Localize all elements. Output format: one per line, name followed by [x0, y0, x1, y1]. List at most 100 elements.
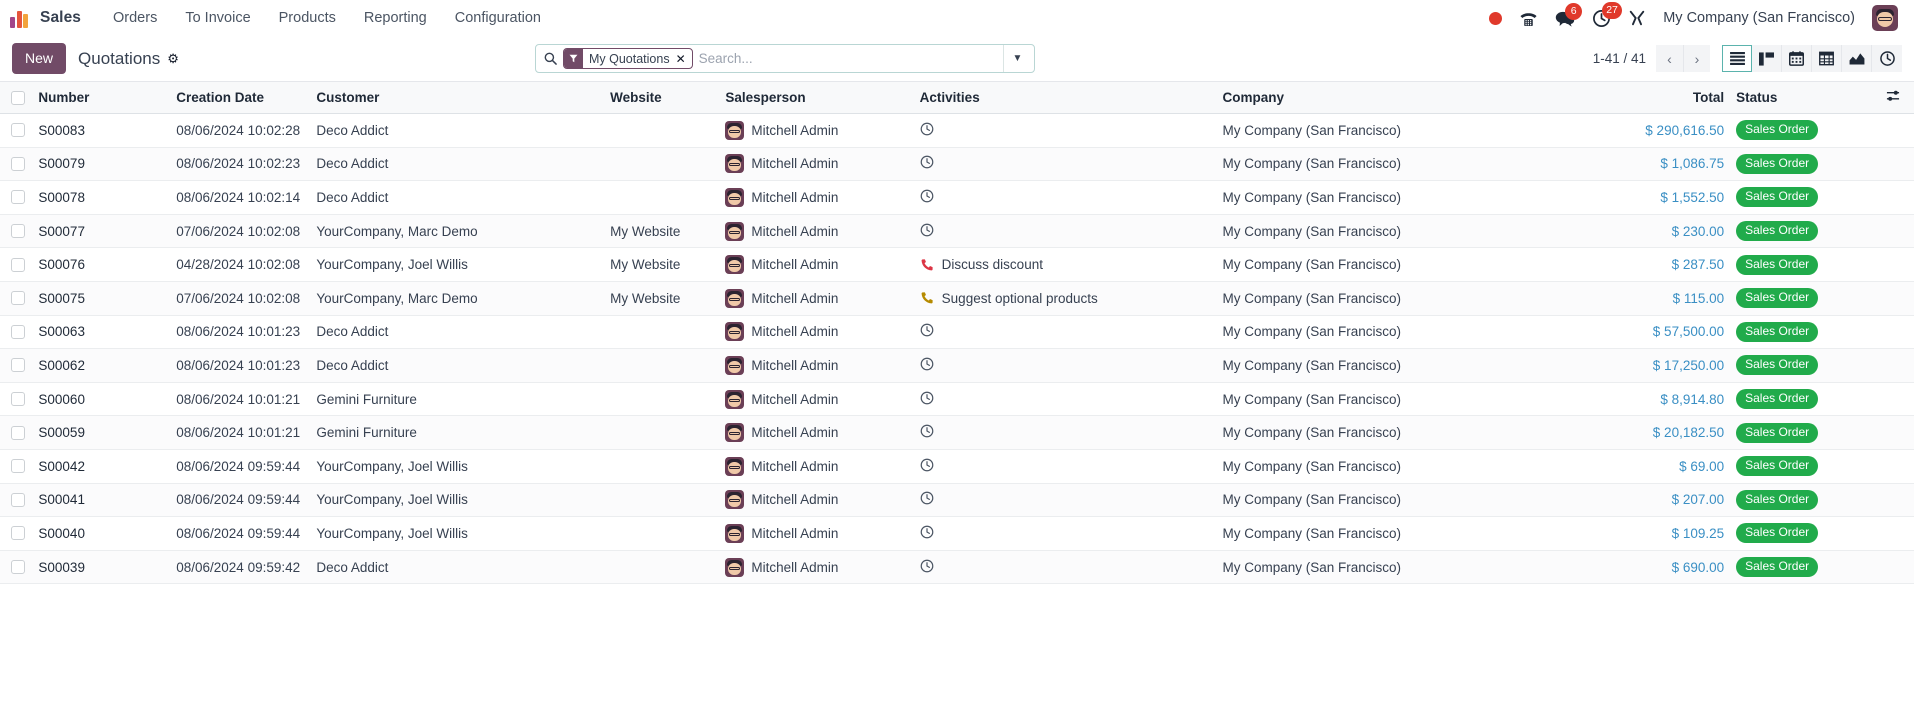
row-checkbox[interactable]	[11, 358, 25, 372]
gear-icon[interactable]: ⚙	[167, 52, 179, 65]
new-button[interactable]: New	[12, 43, 66, 73]
cell-number[interactable]: S00077	[38, 214, 176, 248]
adjust-columns-icon[interactable]	[1886, 89, 1900, 103]
row-checkbox[interactable]	[11, 426, 25, 440]
table-row[interactable]: S0007908/06/2024 10:02:23Deco AddictMitc…	[0, 147, 1914, 181]
row-checkbox[interactable]	[11, 157, 25, 171]
nav-item-reporting[interactable]: Reporting	[350, 4, 441, 32]
table-row[interactable]: S0008308/06/2024 10:02:28Deco AddictMitc…	[0, 114, 1914, 148]
view-pivot-button[interactable]	[1812, 45, 1842, 72]
row-checkbox[interactable]	[11, 291, 25, 305]
activity-clock-icon[interactable]	[920, 223, 934, 240]
cell-number[interactable]: S00042	[38, 449, 176, 483]
cell-number[interactable]: S00083	[38, 114, 176, 148]
activity-clock-icon[interactable]	[920, 424, 934, 441]
row-checkbox[interactable]	[11, 493, 25, 507]
table-row[interactable]: S0003908/06/2024 09:59:42Deco AddictMitc…	[0, 550, 1914, 584]
activity-clock-icon[interactable]	[920, 155, 934, 172]
row-checkbox[interactable]	[11, 123, 25, 137]
cell-activities[interactable]	[920, 214, 1223, 248]
cell-number[interactable]: S00040	[38, 517, 176, 551]
nav-item-orders[interactable]: Orders	[99, 4, 171, 32]
row-checkbox[interactable]	[11, 392, 25, 406]
column-header-salesperson[interactable]: Salesperson	[725, 82, 919, 114]
table-row[interactable]: S0007707/06/2024 10:02:08YourCompany, Ma…	[0, 214, 1914, 248]
view-graph-button[interactable]	[1842, 45, 1872, 72]
cell-activities[interactable]	[920, 181, 1223, 215]
table-row[interactable]: S0007808/06/2024 10:02:14Deco AddictMitc…	[0, 181, 1914, 215]
pager-previous-button[interactable]: ‹	[1656, 45, 1683, 72]
messages-icon[interactable]: 6	[1555, 10, 1575, 27]
cell-activities[interactable]: Discuss discount	[920, 248, 1223, 282]
cell-activities[interactable]	[920, 315, 1223, 349]
view-activity-button[interactable]	[1872, 45, 1902, 72]
activity-clock-icon[interactable]	[920, 491, 934, 508]
developer-tools-icon[interactable]	[1628, 9, 1646, 27]
search-dropdown-toggle-icon[interactable]: ▼	[1003, 45, 1031, 72]
cell-activities[interactable]	[920, 550, 1223, 584]
row-checkbox[interactable]	[11, 459, 25, 473]
activity-clock-icon[interactable]	[920, 559, 934, 576]
table-row[interactable]: S0004108/06/2024 09:59:44YourCompany, Jo…	[0, 483, 1914, 517]
column-header-activities[interactable]: Activities	[920, 82, 1223, 114]
row-checkbox[interactable]	[11, 560, 25, 574]
cell-number[interactable]: S00078	[38, 181, 176, 215]
app-name[interactable]: Sales	[40, 9, 81, 27]
column-header-status[interactable]: Status	[1724, 82, 1871, 114]
table-row[interactable]: S0006208/06/2024 10:01:23Deco AddictMitc…	[0, 349, 1914, 383]
view-list-button[interactable]	[1722, 45, 1752, 72]
cell-number[interactable]: S00059	[38, 416, 176, 450]
cell-activities[interactable]	[920, 147, 1223, 181]
cell-activities[interactable]	[920, 382, 1223, 416]
cell-number[interactable]: S00075	[38, 281, 176, 315]
cell-activities[interactable]: Suggest optional products	[920, 281, 1223, 315]
column-header-total[interactable]: Total	[1586, 82, 1724, 114]
cell-number[interactable]: S00076	[38, 248, 176, 282]
row-checkbox[interactable]	[11, 224, 25, 238]
activity-clock-icon[interactable]	[920, 391, 934, 408]
column-header-company[interactable]: Company	[1222, 82, 1586, 114]
table-row[interactable]: S0004208/06/2024 09:59:44YourCompany, Jo…	[0, 449, 1914, 483]
cell-activities[interactable]	[920, 517, 1223, 551]
phone-icon[interactable]	[1519, 10, 1538, 27]
nav-item-configuration[interactable]: Configuration	[441, 4, 555, 32]
column-header-website[interactable]: Website	[610, 82, 725, 114]
column-header-number[interactable]: Number	[38, 82, 176, 114]
record-indicator-icon[interactable]	[1489, 12, 1502, 25]
activity-clock-icon[interactable]	[920, 323, 934, 340]
activity-clock-icon[interactable]	[920, 122, 934, 139]
cell-activities[interactable]	[920, 114, 1223, 148]
table-row[interactable]: S0005908/06/2024 10:01:21Gemini Furnitur…	[0, 416, 1914, 450]
row-checkbox[interactable]	[11, 190, 25, 204]
activity-clock-icon[interactable]	[920, 525, 934, 542]
view-kanban-button[interactable]	[1752, 45, 1782, 72]
pager-next-button[interactable]: ›	[1683, 45, 1710, 72]
cell-activities[interactable]	[920, 349, 1223, 383]
activity-clock-icon[interactable]	[920, 189, 934, 206]
cell-number[interactable]: S00063	[38, 315, 176, 349]
cell-activities[interactable]	[920, 416, 1223, 450]
search-facet-my-quotations[interactable]: My Quotations ✕	[563, 48, 693, 69]
table-row[interactable]: S0006008/06/2024 10:01:21Gemini Furnitur…	[0, 382, 1914, 416]
cell-activities[interactable]	[920, 483, 1223, 517]
row-checkbox[interactable]	[11, 526, 25, 540]
cell-number[interactable]: S00041	[38, 483, 176, 517]
search-input[interactable]	[693, 45, 1003, 72]
select-all-checkbox[interactable]	[11, 91, 25, 105]
table-row[interactable]: S0007507/06/2024 10:02:08YourCompany, Ma…	[0, 281, 1914, 315]
table-row[interactable]: S0006308/06/2024 10:01:23Deco AddictMitc…	[0, 315, 1914, 349]
facet-remove-icon[interactable]: ✕	[676, 52, 692, 66]
table-row[interactable]: S0007604/28/2024 10:02:08YourCompany, Jo…	[0, 248, 1914, 282]
column-header-creation-date[interactable]: Creation Date	[176, 82, 316, 114]
table-row[interactable]: S0004008/06/2024 09:59:44YourCompany, Jo…	[0, 517, 1914, 551]
activity-clock-icon[interactable]	[920, 458, 934, 475]
activities-clock-icon[interactable]: 27	[1592, 9, 1611, 28]
nav-item-to-invoice[interactable]: To Invoice	[171, 4, 264, 32]
column-header-customer[interactable]: Customer	[316, 82, 610, 114]
cell-number[interactable]: S00079	[38, 147, 176, 181]
user-avatar[interactable]	[1872, 5, 1898, 31]
odoo-logo-icon[interactable]	[10, 8, 32, 28]
company-switcher[interactable]: My Company (San Francisco)	[1663, 10, 1855, 26]
activity-clock-icon[interactable]	[920, 357, 934, 374]
cell-number[interactable]: S00039	[38, 550, 176, 584]
